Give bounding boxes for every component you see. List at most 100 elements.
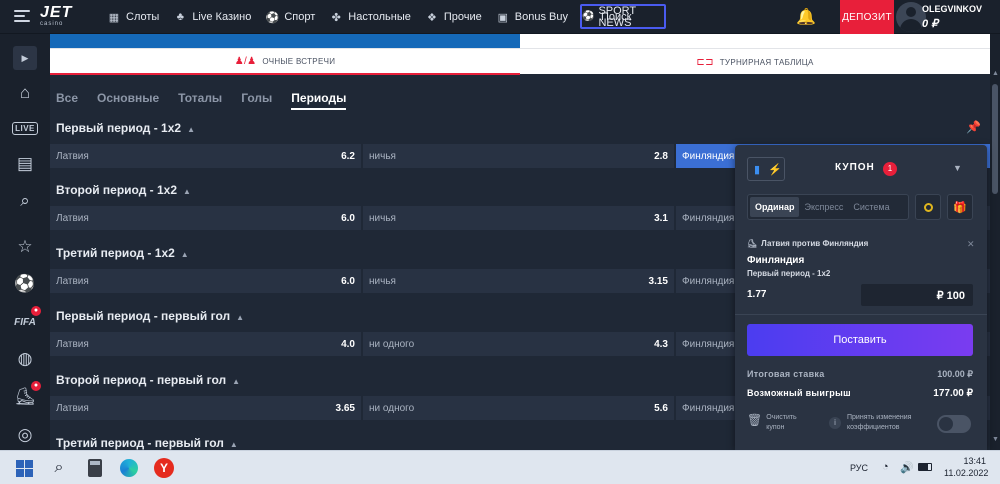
odd-button[interactable]: ни одного 5.6 — [363, 396, 674, 420]
outcome-label: Финляндия — [682, 212, 735, 224]
hockey-stick-icon: ⛸ — [747, 239, 758, 248]
logo-text: JET — [40, 4, 73, 21]
market-title[interactable]: Третий период - 1x2 ▲ — [56, 243, 189, 263]
odd-button[interactable]: Латвия 3.65 — [50, 396, 361, 420]
scroll-up-icon[interactable]: ▲ — [992, 70, 999, 77]
chevron-down-icon[interactable]: ▼ — [953, 163, 962, 173]
deposit-button[interactable]: ДЕПОЗИТ — [840, 0, 894, 34]
page-scrollbar[interactable]: ▲ ▼ — [990, 34, 1000, 450]
tab-standings[interactable]: ⊏⊐ ТУРНИРНАЯ ТАБЛИЦА — [520, 49, 990, 75]
tennis-icon[interactable]: ◎ — [12, 422, 38, 448]
market-title[interactable]: Второй период - 1x2 ▲ — [56, 180, 191, 200]
star-icon[interactable]: ☆ — [12, 234, 38, 260]
battery-icon[interactable] — [918, 463, 932, 471]
yandex-browser-icon[interactable]: Y — [152, 456, 176, 480]
nav-bonus-buy[interactable]: ▣ Bonus Buy — [489, 0, 575, 34]
basketball-icon[interactable]: ◍ — [12, 346, 38, 372]
filter-periods[interactable]: Периоды — [291, 86, 347, 110]
filter-main[interactable]: Основные — [97, 86, 159, 110]
match-header-strip — [50, 34, 990, 48]
bet-type-single[interactable]: Ординар — [750, 197, 800, 217]
hamburger-menu-icon[interactable] — [14, 10, 30, 22]
lightning-icon[interactable]: ⚡ — [766, 158, 784, 180]
jet-casino-logo[interactable]: JET casino — [40, 4, 88, 28]
market-title[interactable]: Первый период - первый гол ▲ — [56, 306, 244, 326]
accept-changes-toggle[interactable] — [937, 415, 971, 433]
wifi-icon[interactable]: ◔ — [882, 461, 889, 473]
place-bet-button[interactable]: Поставить — [747, 324, 973, 356]
sidebar-toggle-button[interactable]: ▶ — [13, 46, 37, 70]
live-icon[interactable]: LIVE — [12, 115, 38, 141]
market-title[interactable]: Второй период - первый гол ▲ — [56, 370, 240, 390]
notification-bell-icon[interactable]: 🔔 — [796, 7, 816, 27]
document-icon[interactable]: ▤ — [12, 151, 38, 177]
match-tabs: ♟/♟ ОЧНЫЕ ВСТРЕЧИ ⊏⊐ ТУРНИРНАЯ ТАБЛИЦА — [50, 48, 990, 75]
home-icon[interactable]: ⌂ — [12, 80, 38, 106]
tab-head-to-head[interactable]: ♟/♟ ОЧНЫЕ ВСТРЕЧИ — [50, 49, 520, 75]
market-title[interactable]: Третий период - первый гол ▲ — [56, 433, 238, 450]
windows-start-icon[interactable] — [12, 456, 36, 480]
market-title-text: Третий период - 1x2 — [56, 246, 175, 260]
gift-icon[interactable]: 🎁 — [947, 194, 973, 220]
odd-button[interactable]: ни одного 4.3 — [363, 332, 674, 356]
market-title[interactable]: Первый период - 1x2 ▲ — [56, 118, 195, 138]
filter-totals[interactable]: Тоталы — [178, 86, 222, 110]
divider — [735, 314, 987, 315]
clear-coupon-button[interactable]: 🗑 Очистить купон — [747, 413, 808, 433]
tab-standings-label: ТУРНИРНАЯ ТАБЛИЦА — [719, 57, 814, 67]
coupon-mode-switch[interactable]: ▮ ⚡ — [747, 157, 785, 181]
outcome-label: Латвия — [56, 338, 89, 350]
outcome-label: ничья — [369, 212, 396, 224]
nav-table-games[interactable]: ✤ Настольные — [322, 0, 418, 34]
odd-button[interactable]: Латвия 4.0 — [50, 332, 361, 356]
coin-icon[interactable] — [915, 194, 941, 220]
odd-button[interactable]: ничья 3.1 — [363, 206, 674, 230]
username[interactable]: OLEGVINKOV — [922, 4, 982, 14]
market-title-text: Первый период - первый гол — [56, 309, 231, 323]
search-icon[interactable]: ⌕ — [47, 456, 71, 480]
outcome-label: Финляндия — [682, 150, 735, 162]
sport-news-button[interactable]: ⚽ SPORT NEWS — [580, 4, 666, 29]
pin-icon[interactable]: 📌 — [966, 120, 981, 134]
nav-sport-label: Спорт — [284, 11, 316, 23]
football-icon[interactable]: ⚽ — [12, 271, 38, 297]
fifa-icon[interactable]: FIFA ● — [12, 306, 41, 335]
coupon-icon[interactable]: ▮ — [748, 158, 766, 180]
stake-input[interactable]: ₽ 100 — [861, 284, 973, 306]
filter-goals[interactable]: Голы — [241, 86, 272, 110]
odd-button[interactable]: Латвия 6.0 — [50, 269, 361, 293]
close-icon[interactable]: ✕ — [967, 239, 975, 250]
market-title-text: Второй период - 1x2 — [56, 183, 178, 197]
outcome-label: ничья — [369, 275, 396, 287]
nav-slots[interactable]: ▦ Слоты — [100, 0, 166, 34]
info-icon[interactable]: i — [829, 417, 841, 429]
clock-time[interactable]: 13:41 — [952, 456, 986, 466]
live-casino-icon: ♣ — [176, 11, 184, 23]
outcome-label: ни одного — [369, 402, 415, 414]
outcome-label: ни одного — [369, 338, 415, 350]
bet-type-express[interactable]: Экспресс — [799, 197, 848, 217]
caret-up-icon: ▲ — [229, 440, 238, 449]
filter-all[interactable]: Все — [56, 86, 78, 110]
scroll-down-icon[interactable]: ▼ — [992, 436, 999, 443]
caret-up-icon: ▲ — [183, 187, 191, 196]
odd-button[interactable]: Латвия 6.2 — [50, 144, 361, 168]
nav-other[interactable]: ❖ Прочие — [418, 0, 489, 34]
clock-date[interactable]: 11.02.2022 — [944, 468, 988, 478]
hockey-icon[interactable]: ⛸ ● — [12, 381, 41, 410]
nav-live-casino[interactable]: ♣ Live Казино — [166, 0, 258, 34]
language-indicator[interactable]: РУС — [850, 463, 868, 473]
odd-button[interactable]: ничья 2.8 — [363, 144, 674, 168]
odd-button[interactable]: ничья 3.15 — [363, 269, 674, 293]
odd-button[interactable]: Латвия 6.0 — [50, 206, 361, 230]
scroll-thumb[interactable] — [992, 84, 998, 194]
search-icon[interactable]: ⌕ — [12, 188, 38, 214]
bet-type-system[interactable]: Система — [848, 197, 894, 217]
calculator-icon[interactable] — [83, 456, 107, 480]
caret-up-icon: ▲ — [232, 377, 241, 386]
nav-sport[interactable]: ⚽ Спорт — [258, 0, 322, 34]
table-games-icon: ✤ — [331, 11, 341, 24]
edge-browser-icon[interactable] — [117, 456, 141, 480]
odd-value: 6.2 — [341, 150, 355, 162]
volume-icon[interactable]: 🔊 — [900, 461, 914, 474]
